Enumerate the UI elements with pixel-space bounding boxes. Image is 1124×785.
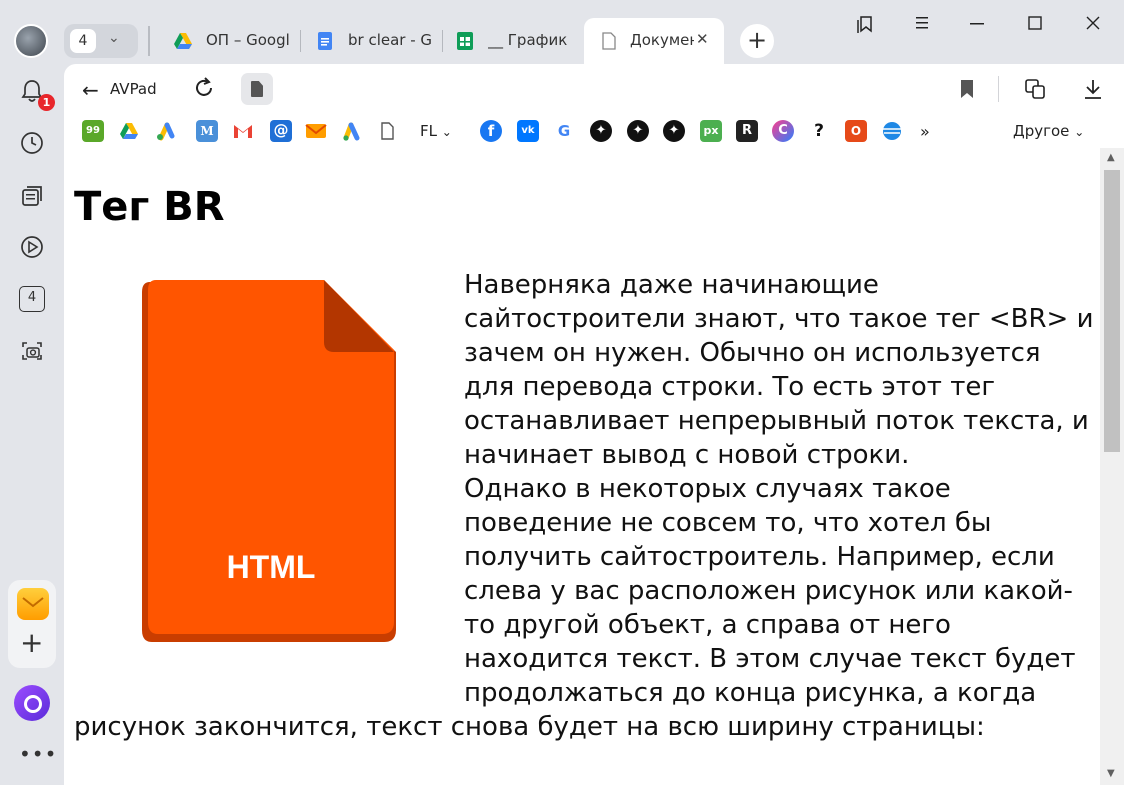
- canva-icon[interactable]: C: [772, 120, 794, 142]
- tab-op-google[interactable]: ОП – Google: [174, 18, 292, 64]
- tabs-counter-icon[interactable]: 4: [19, 286, 45, 312]
- scrollbar-thumb[interactable]: [1104, 170, 1120, 452]
- tab-document-active[interactable]: Документ ✕: [584, 18, 724, 64]
- toolbar-divider: [998, 76, 999, 102]
- video-play-icon[interactable]: [19, 234, 45, 260]
- zen-icon[interactable]: ✦: [627, 120, 649, 142]
- history-clock-icon[interactable]: [19, 130, 45, 156]
- vertical-scrollbar[interactable]: ▲ ▼: [1100, 148, 1124, 785]
- download-icon[interactable]: [1082, 78, 1104, 100]
- tab-group-count: 4: [70, 29, 96, 53]
- other-bookmarks-folder[interactable]: Другое ⌄: [1013, 122, 1084, 140]
- help-question-icon[interactable]: ?: [808, 120, 830, 142]
- close-tab-icon[interactable]: ✕: [696, 30, 709, 48]
- bookmark-99-icon[interactable]: 99: [82, 120, 104, 142]
- chevron-down-icon: ⌄: [441, 125, 452, 139]
- translate-icon[interactable]: [1024, 78, 1046, 100]
- back-arrow-icon[interactable]: ←: [82, 78, 99, 102]
- yandex-mail-icon[interactable]: [305, 120, 327, 142]
- menu-icon[interactable]: [914, 16, 930, 30]
- mail-icon[interactable]: [17, 588, 49, 620]
- close-window-icon[interactable]: [1086, 16, 1100, 30]
- scroll-up-arrow-icon[interactable]: ▲: [1107, 152, 1115, 163]
- more-dots-icon[interactable]: •••: [19, 742, 57, 766]
- page-title: Тег BR: [74, 184, 225, 230]
- gmail-icon[interactable]: [232, 120, 254, 142]
- bookmark-folder-label: FL: [420, 122, 437, 140]
- new-tab-button[interactable]: +: [740, 24, 774, 58]
- zen-icon[interactable]: ✦: [590, 120, 612, 142]
- tab-title: Документ: [630, 31, 694, 49]
- vk-icon[interactable]: vk: [517, 120, 539, 142]
- bookmark-m-icon[interactable]: M: [196, 120, 218, 142]
- maximize-icon[interactable]: [1028, 16, 1042, 30]
- bookmark-icon[interactable]: [956, 78, 978, 100]
- tab-title: __ График р: [488, 31, 572, 49]
- google-ads-icon[interactable]: [340, 120, 362, 142]
- profile-avatar[interactable]: [14, 24, 48, 58]
- image-float-area: [74, 268, 464, 688]
- bookmark-folder-fl[interactable]: FL ⌄: [420, 122, 452, 140]
- google-ads-icon[interactable]: [154, 120, 176, 142]
- facebook-icon[interactable]: f: [480, 120, 502, 142]
- document-icon[interactable]: [376, 120, 398, 142]
- pixabay-icon[interactable]: px: [700, 120, 722, 142]
- minimize-icon[interactable]: [970, 22, 984, 26]
- screenshot-camera-icon[interactable]: [19, 338, 45, 364]
- google-icon[interactable]: G: [553, 120, 575, 142]
- chevron-down-icon: ⌄: [1074, 125, 1085, 139]
- tab-grafik[interactable]: __ График р: [456, 18, 576, 64]
- bookmark-r-icon[interactable]: R: [736, 120, 758, 142]
- page-info-button[interactable]: [241, 73, 273, 105]
- tab-br-clear[interactable]: br clear - Google: [316, 18, 434, 64]
- site-name[interactable]: AVPad: [110, 80, 157, 98]
- other-bookmarks-label: Другое: [1013, 122, 1070, 140]
- tab-title: ОП – Google: [206, 31, 290, 49]
- document-icon: [602, 32, 616, 50]
- google-docs-icon: [318, 32, 332, 50]
- google-drive-icon[interactable]: [118, 120, 140, 142]
- article-body: Наверняка даже начинающие сайтостроители…: [74, 268, 1098, 744]
- more-bookmarks-icon[interactable]: »: [920, 122, 930, 141]
- chevron-down-icon: ⌄: [108, 30, 120, 46]
- tab-divider: [300, 30, 301, 52]
- google-sheets-icon: [457, 32, 473, 50]
- tab-group-button[interactable]: 4 ⌄: [64, 24, 138, 58]
- mail-ru-icon[interactable]: @: [270, 120, 292, 142]
- reload-icon[interactable]: [192, 76, 216, 100]
- bookmarks-manager-icon[interactable]: [856, 14, 874, 34]
- google-drive-icon: [174, 33, 192, 49]
- notification-badge: 1: [38, 94, 55, 111]
- tab-title: br clear - Google: [348, 31, 432, 49]
- scroll-down-arrow-icon[interactable]: ▼: [1107, 768, 1115, 779]
- tab-divider: [442, 30, 443, 52]
- globe-icon[interactable]: [881, 120, 903, 142]
- alice-assistant-icon[interactable]: [14, 685, 50, 721]
- add-sidebar-app-icon[interactable]: +: [20, 628, 43, 658]
- zen-icon[interactable]: ✦: [663, 120, 685, 142]
- office-icon[interactable]: O: [845, 120, 867, 142]
- collections-icon[interactable]: [19, 183, 45, 209]
- tabs-separator: [148, 26, 150, 56]
- document-icon: [251, 81, 263, 97]
